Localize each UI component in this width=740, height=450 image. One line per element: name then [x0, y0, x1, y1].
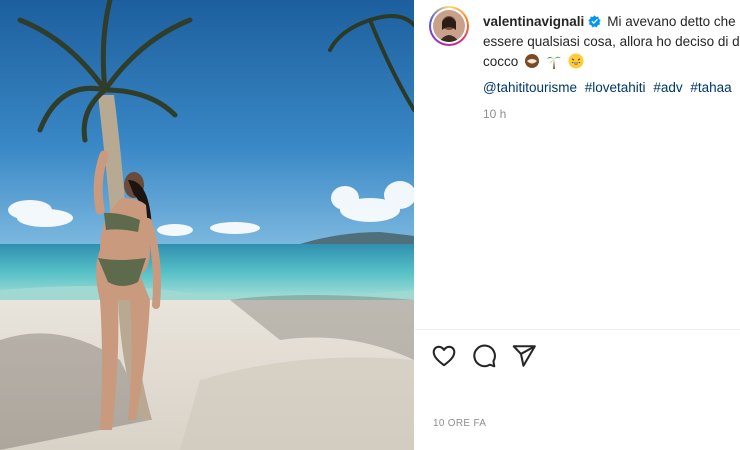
comment-icon[interactable] [471, 343, 497, 369]
hashtag-links: @tahititourisme #lovetahiti #adv #tahaa [483, 80, 736, 95]
post-detail-panel: valentinavignali Mi avevano detto che ess… [415, 0, 740, 450]
coconut-emoji [524, 53, 540, 69]
hashtag-link[interactable]: #tahaa [690, 80, 731, 95]
caption-text-line3: cocco [483, 54, 519, 69]
heart-icon[interactable] [431, 343, 457, 369]
caption-row: valentinavignali Mi avevano detto che ess… [429, 6, 740, 86]
divider [415, 329, 740, 330]
verified-badge-icon [588, 14, 601, 28]
caption-text-line1: Mi avevano detto che [607, 14, 736, 29]
mention-link[interactable]: @tahititourisme [483, 80, 577, 95]
avatar[interactable] [429, 6, 469, 46]
share-icon[interactable] [511, 343, 537, 369]
hashtag-link[interactable]: #adv [653, 80, 682, 95]
hashtag-link[interactable]: #lovetahiti [585, 80, 646, 95]
post-photo[interactable] [0, 0, 414, 450]
post-caption: valentinavignali Mi avevano detto che ess… [483, 12, 740, 72]
grinning-emoji [568, 53, 584, 69]
palm-tree-emoji [546, 53, 562, 69]
username-link[interactable]: valentinavignali [483, 14, 584, 29]
caption-text-line2: essere qualsiasi cosa, allora ho deciso … [483, 34, 740, 49]
post-timestamp[interactable]: 10 ORE FA [433, 418, 486, 429]
caption-timestamp[interactable]: 10 h [483, 107, 506, 121]
